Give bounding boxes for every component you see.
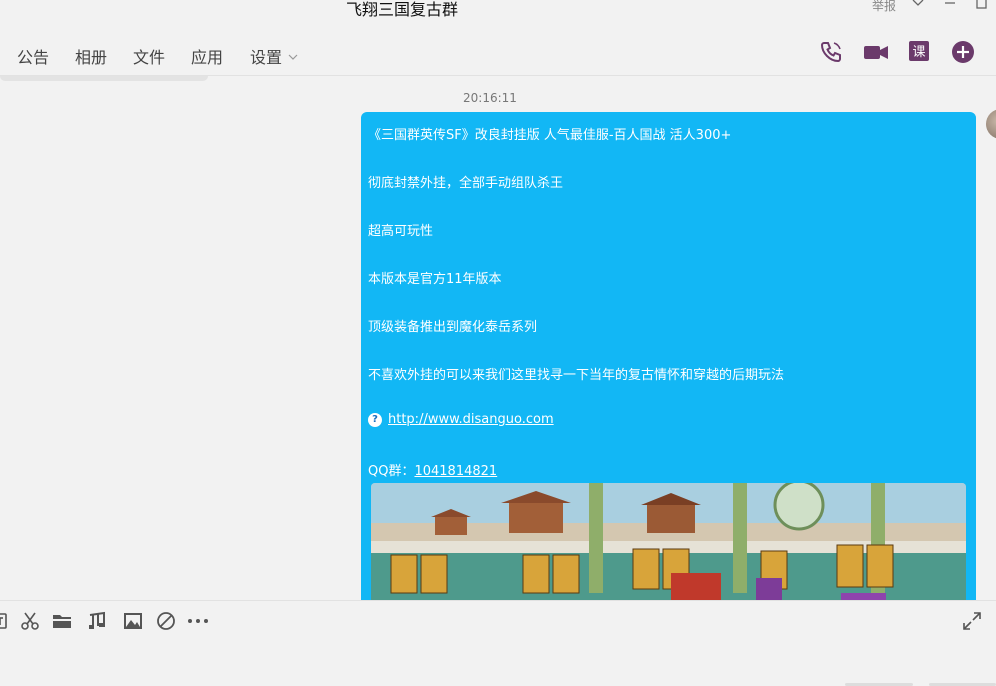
add-icon[interactable] (951, 40, 975, 64)
message-line: 不喜欢外挂的可以来我们这里找寻一下当年的复古情怀和穿越的后期玩法 (368, 368, 785, 383)
title-bar: 飞翔三国复古群 举报 (0, 0, 996, 22)
minimize-icon[interactable] (943, 0, 957, 12)
folder-icon[interactable] (52, 611, 72, 631)
tab-label: 公告 (17, 48, 50, 67)
tab-announcement[interactable]: 公告 (17, 44, 49, 68)
message-line: 《三国群英传SF》改良封挂版 人气最佳服-百人国战 活人300+ (368, 128, 732, 143)
phone-icon[interactable] (819, 40, 843, 64)
video-icon[interactable] (863, 40, 888, 64)
tab-files[interactable]: 文件 (133, 44, 165, 68)
message-bubble[interactable]: 《三国群英传SF》改良封挂版 人气最佳服-百人国战 活人300+ 彻底封禁外挂，… (361, 112, 976, 600)
tab-album[interactable]: 相册 (75, 44, 107, 68)
image-icon[interactable] (123, 611, 143, 631)
svg-text:课: 课 (912, 45, 925, 60)
tab-label: 设置 (250, 48, 283, 67)
message-line: 顶级装备推出到魔化泰岳系列 (368, 320, 538, 335)
report-button[interactable]: 举报 (872, 0, 896, 14)
previous-message-bubble (0, 76, 208, 81)
group-toolbar: 公告 相册 文件 应用 设置 课 (0, 22, 996, 76)
question-mark-icon: ? (368, 413, 382, 427)
qq-group-number-link[interactable]: 1041814821 (414, 464, 497, 479)
chat-history[interactable]: 20:16:11 《三国群英传SF》改良封挂版 人气最佳服-百人国战 活人300… (0, 76, 996, 600)
tab-label: 应用 (191, 48, 224, 67)
more-icon[interactable] (187, 611, 208, 631)
message-line: 彻底封禁外挂，全部手动组队杀王 (368, 176, 564, 191)
window-title: 飞翔三国复古群 (346, 0, 459, 19)
tab-label: 相册 (75, 48, 108, 67)
tab-label: 文件 (133, 48, 166, 67)
url-line: ? http://www.disanguo.com (368, 412, 554, 427)
message-line: 本版本是官方11年版本 (368, 272, 502, 287)
scissors-icon[interactable] (20, 611, 40, 631)
maximize-icon[interactable] (975, 0, 989, 12)
avatar[interactable] (986, 109, 996, 139)
website-link[interactable]: http://www.disanguo.com (388, 412, 554, 427)
message-timestamp: 20:16:11 (463, 91, 517, 105)
block-icon[interactable] (156, 611, 176, 631)
expand-icon[interactable] (962, 611, 982, 631)
qq-group-label: QQ群： (368, 464, 415, 479)
game-screenshot-image[interactable] (371, 483, 966, 600)
tab-settings[interactable]: 设置 (250, 44, 298, 68)
bubble-tail (968, 116, 976, 124)
font-icon[interactable] (0, 611, 12, 631)
music-icon[interactable] (87, 611, 107, 631)
chevron-down-icon (288, 51, 298, 64)
message-line: 超高可玩性 (368, 224, 434, 239)
tab-apps[interactable]: 应用 (191, 44, 223, 68)
qq-line: QQ群：1041814821 (368, 460, 497, 479)
chevron-down-icon[interactable] (911, 0, 925, 12)
message-input-area[interactable] (0, 600, 996, 686)
course-icon[interactable]: 课 (908, 40, 932, 64)
